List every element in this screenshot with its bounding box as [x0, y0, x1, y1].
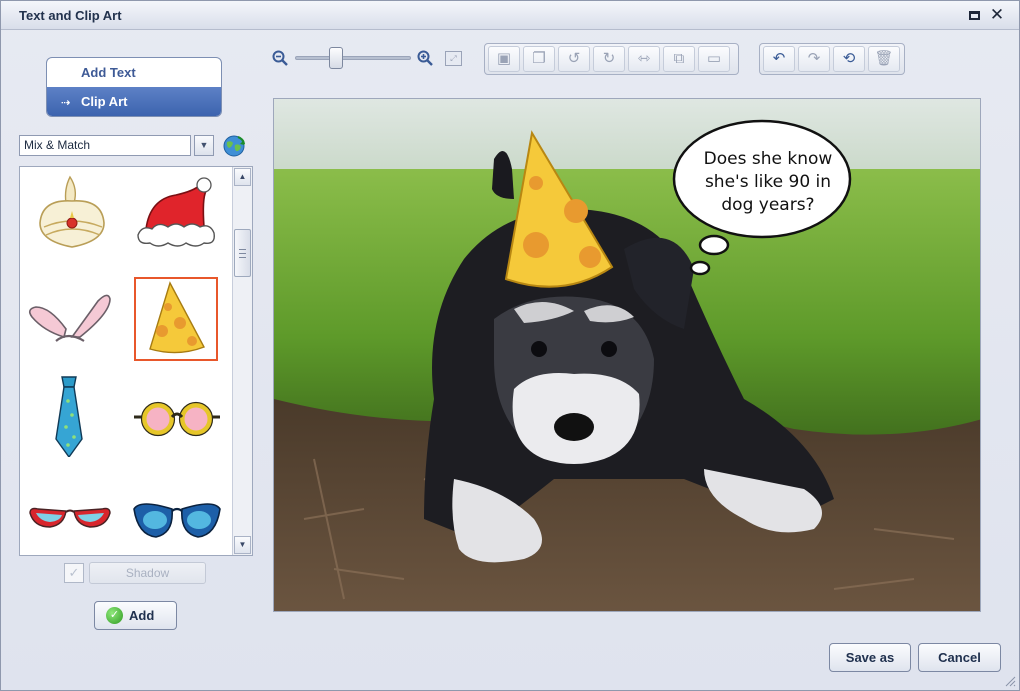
copy-icon[interactable]: ❐ [523, 46, 555, 72]
undo-icon[interactable]: ↶ [763, 46, 795, 72]
clipart-masquerade-glasses[interactable] [132, 485, 221, 569]
fit-to-window-icon[interactable]: ⤢ [445, 51, 462, 66]
sunglasses-icon [29, 507, 111, 528]
party-hat-icon [149, 281, 205, 354]
chevron-down-icon[interactable]: ▼ [194, 135, 214, 156]
clipart-gallery: ▲ ▼ [19, 166, 253, 556]
gallery-scrollbar[interactable]: ▲ ▼ [232, 167, 252, 555]
clipart-santa-hat[interactable] [132, 175, 216, 259]
clip-art-tab-label: Clip Art [81, 94, 128, 109]
zoom-slider-track[interactable] [295, 56, 411, 60]
turban-icon [39, 175, 105, 248]
round-glasses-icon [134, 401, 220, 437]
undo-all-icon[interactable]: ⟲ [833, 46, 865, 72]
bunny-ears-icon [28, 294, 111, 342]
dog-photo [274, 99, 980, 611]
clipart-round-glasses[interactable] [132, 373, 220, 457]
close-button[interactable]: ✕ [988, 6, 1006, 24]
maximize-button[interactable] [965, 6, 983, 24]
scroll-down-icon[interactable]: ▼ [234, 536, 251, 554]
clipart-bunny-ears[interactable] [26, 277, 111, 361]
scroll-up-icon[interactable]: ▲ [234, 168, 251, 186]
bubble-line: dog years? [721, 195, 815, 215]
rotate-right-icon[interactable]: ↻ [593, 46, 625, 72]
cancel-button[interactable]: Cancel [918, 643, 1001, 672]
masquerade-glasses-icon [133, 503, 221, 538]
add-text-tab[interactable]: Add Text [47, 58, 221, 87]
bubble-text[interactable]: Does she know she's like 90 in dog years… [693, 148, 843, 217]
bring-front-icon[interactable]: ▭ [698, 46, 730, 72]
clip-art-tab[interactable]: ⇢ Clip Art [47, 87, 221, 116]
save-as-button[interactable]: Save as [829, 643, 911, 672]
add-button[interactable]: ✓ Add [94, 601, 177, 630]
mode-switch: Add Text ⇢ Clip Art [46, 57, 222, 117]
window-title: Text and Clip Art [19, 8, 122, 23]
santa-hat-icon [137, 177, 215, 247]
redo-icon[interactable]: ↷ [798, 46, 830, 72]
title-bar: Text and Clip Art ✕ [1, 1, 1019, 30]
crop-icon[interactable]: ▣ [488, 46, 520, 72]
rotate-left-icon[interactable]: ↺ [558, 46, 590, 72]
globe-refresh-icon[interactable] [221, 133, 247, 159]
delete-icon[interactable]: 🗑 [868, 46, 900, 72]
zoom-out-icon[interactable] [272, 50, 288, 66]
flip-icon[interactable]: ⇿ [628, 46, 660, 72]
scroll-thumb[interactable] [234, 229, 251, 277]
clipart-necktie[interactable] [30, 373, 114, 459]
zoom-slider-handle[interactable] [328, 47, 343, 69]
window: Text and Clip Art ✕ Add Text ⇢ Clip Art M… [0, 0, 1020, 691]
resize-grip-icon[interactable] [1004, 675, 1016, 687]
maximize-icon [968, 10, 980, 20]
necktie-icon [55, 376, 83, 459]
category-select[interactable]: Mix & Match [19, 135, 191, 156]
bubble-line: Does she know [703, 149, 833, 169]
bubble-line: she's like 90 in [704, 172, 832, 192]
zoom-in-icon[interactable] [417, 50, 433, 66]
clipart-sunglasses[interactable] [26, 485, 111, 569]
history-toolbar: ↶ ↷ ⟲ 🗑 [759, 43, 905, 75]
clipart-turban[interactable] [30, 175, 114, 259]
shadow-button[interactable]: Shadow [89, 562, 206, 584]
arrow-icon: ⇢ [61, 97, 71, 109]
add-button-label: Add [129, 608, 155, 623]
send-back-icon[interactable]: ⧉ [663, 46, 695, 72]
shadow-checkbox[interactable]: ✓ [64, 563, 84, 583]
edit-toolbar: ▣ ❐ ↺ ↻ ⇿ ⧉ ▭ [484, 43, 739, 75]
clipart-party-hat[interactable] [134, 277, 218, 361]
photo-canvas[interactable] [273, 98, 981, 612]
checkmark-icon: ✓ [106, 607, 123, 624]
